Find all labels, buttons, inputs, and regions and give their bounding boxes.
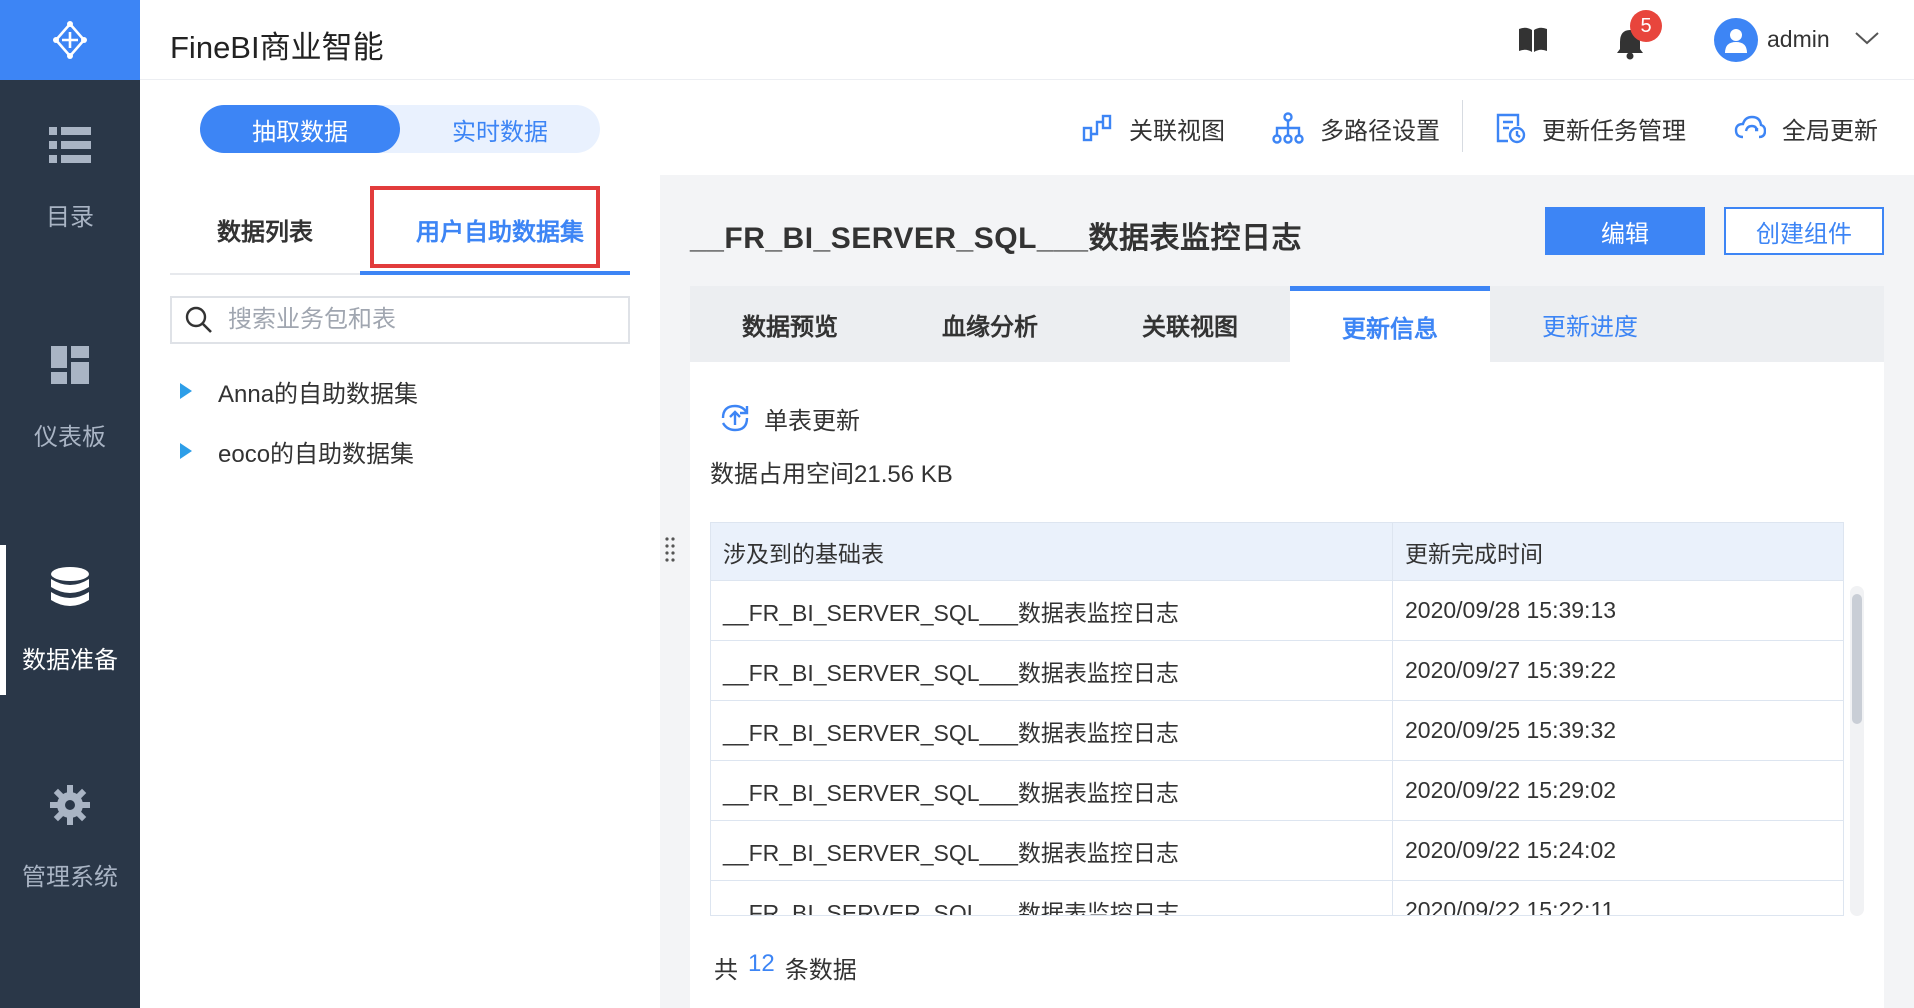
update-info-content: 单表更新 数据占用空间21.56 KB 涉及到的基础表 更新完成时间 __FR_…: [690, 362, 1884, 1008]
table-cell: __FR_BI_SERVER_SQL___数据表监控日志: [711, 761, 1393, 820]
tab-lineage[interactable]: 血缘分析: [890, 286, 1090, 362]
update-task-label: 更新任务管理: [1542, 117, 1686, 145]
toolbar-divider: [1462, 100, 1463, 152]
sidebar-item-catalog[interactable]: 目录: [0, 102, 140, 252]
sidebar-item-admin[interactable]: 管理系统: [0, 762, 140, 912]
table-cell: 2020/09/22 15:24:02: [1405, 837, 1617, 863]
drag-handle-icon[interactable]: [664, 535, 676, 565]
avatar[interactable]: [1714, 18, 1758, 62]
sidebar-item-label: 数据准备: [22, 646, 118, 674]
table-cell: __FR_BI_SERVER_SQL___数据表监控日志: [711, 581, 1393, 640]
pagination-prefix: 共: [714, 957, 738, 984]
scrollbar-thumb[interactable]: [1852, 594, 1862, 724]
table-cell: __FR_BI_SERVER_SQL___数据表监控日志: [711, 701, 1393, 760]
table-cell: 2020/09/28 15:39:13: [1405, 597, 1617, 623]
tree-item-label: Anna的自助数据集: [218, 380, 419, 408]
search-input[interactable]: [228, 306, 608, 334]
task-schedule-icon: [1496, 113, 1526, 144]
logo-icon: [53, 21, 87, 59]
pagination-suffix: 条数据: [784, 957, 857, 984]
notification-badge: 5: [1630, 10, 1662, 42]
list-icon: [48, 123, 92, 167]
book-icon[interactable]: [1517, 26, 1549, 54]
table-row: __FR_BI_SERVER_SQL___数据表监控日志 2020/09/28 …: [711, 581, 1843, 641]
sidebar-item-label: 管理系统: [22, 863, 118, 891]
active-tab-underline: [360, 271, 630, 275]
relation-view-label: 关联视图: [1129, 117, 1225, 145]
cloud-refresh-icon: [1734, 115, 1766, 139]
update-task-button[interactable]: 更新任务管理: [1494, 108, 1686, 148]
sidebar-item-data-prep[interactable]: 数据准备: [0, 545, 140, 695]
single-table-update-button[interactable]: 单表更新: [718, 398, 860, 438]
dashboard-icon: [48, 343, 92, 387]
tree-item-eoco[interactable]: eoco的自助数据集: [180, 431, 414, 471]
table-cell: 2020/09/22 15:22:11: [1405, 897, 1615, 916]
table-row: __FR_BI_SERVER_SQL___数据表监控日志 2020/09/22 …: [711, 761, 1843, 821]
pagination-summary: 共 12 条数据: [714, 950, 857, 985]
sidebar: 目录 仪表板 数据准备 管理系统: [0, 0, 140, 1008]
table-cell: __FR_BI_SERVER_SQL___数据表监控日志: [711, 821, 1393, 880]
table-cell: __FR_BI_SERVER_SQL___数据表监控日志: [711, 881, 1393, 915]
table-row: __FR_BI_SERVER_SQL___数据表监控日志 2020/09/25 …: [711, 701, 1843, 761]
user-icon: [1725, 29, 1747, 53]
table-row: __FR_BI_SERVER_SQL___数据表监控日志 2020/09/22 …: [711, 881, 1843, 916]
tab-data-preview[interactable]: 数据预览: [690, 286, 890, 362]
edit-button[interactable]: 编辑: [1545, 207, 1705, 255]
table-cell: 2020/09/27 15:39:22: [1405, 657, 1617, 683]
tree-item-label: eoco的自助数据集: [218, 440, 415, 468]
left-panel-tabs: 数据列表 用户自助数据集: [170, 185, 630, 275]
refresh-upload-icon: [721, 404, 749, 432]
user-name[interactable]: admin: [1767, 26, 1830, 53]
app-logo[interactable]: [0, 0, 140, 80]
hierarchy-icon: [1272, 112, 1304, 144]
table-row: __FR_BI_SERVER_SQL___数据表监控日志 2020/09/27 …: [711, 641, 1843, 701]
top-header: FineBI商业智能 5 admin: [140, 0, 1914, 80]
multipath-settings-button[interactable]: 多路径设置: [1272, 108, 1440, 148]
storage-size-text: 数据占用空间21.56 KB: [710, 461, 953, 488]
table-cell: __FR_BI_SERVER_SQL___数据表监控日志: [711, 641, 1393, 700]
global-update-button[interactable]: 全局更新: [1734, 108, 1878, 148]
table-header-row: 涉及到的基础表 更新完成时间: [711, 523, 1843, 581]
sidebar-item-label: 仪表板: [34, 423, 106, 451]
extract-data-button[interactable]: 抽取数据: [200, 105, 400, 153]
create-component-button[interactable]: 创建组件: [1724, 207, 1884, 255]
sidebar-item-label: 目录: [46, 203, 94, 231]
column-header: 更新完成时间: [1405, 540, 1543, 567]
detail-tabs: 数据预览 血缘分析 关联视图 更新信息 更新进度: [690, 286, 1884, 362]
pagination-count: 12: [748, 950, 775, 977]
search-icon: [185, 306, 212, 333]
tab-update-info[interactable]: 更新信息: [1290, 286, 1490, 362]
table-row: __FR_BI_SERVER_SQL___数据表监控日志 2020/09/22 …: [711, 821, 1843, 881]
chevron-down-icon[interactable]: [1854, 28, 1880, 48]
realtime-data-button[interactable]: 实时数据: [400, 105, 600, 153]
tree-item-anna[interactable]: Anna的自助数据集: [180, 371, 418, 411]
table-cell: 2020/09/22 15:29:02: [1405, 777, 1617, 803]
multipath-label: 多路径设置: [1320, 117, 1440, 145]
expand-arrow-icon[interactable]: [180, 443, 192, 459]
database-icon: [48, 566, 92, 610]
tab-update-progress[interactable]: 更新进度: [1490, 286, 1690, 362]
expand-arrow-icon[interactable]: [180, 383, 192, 399]
column-header: 涉及到的基础表: [711, 523, 1393, 580]
base-table-grid: 涉及到的基础表 更新完成时间 __FR_BI_SERVER_SQL___数据表监…: [710, 522, 1844, 916]
search-box[interactable]: [170, 296, 630, 344]
table-title: __FR_BI_SERVER_SQL___数据表监控日志: [690, 222, 1302, 255]
table-cell: 2020/09/25 15:39:32: [1405, 717, 1617, 743]
tab-self-service-dataset[interactable]: 用户自助数据集: [370, 185, 630, 273]
relation-view-icon: [1082, 114, 1112, 142]
global-update-label: 全局更新: [1782, 117, 1878, 145]
tab-relation-view[interactable]: 关联视图: [1090, 286, 1290, 362]
data-source-toggle: 抽取数据 实时数据: [200, 105, 600, 153]
single-update-label: 单表更新: [764, 407, 860, 435]
sidebar-item-dashboard[interactable]: 仪表板: [0, 322, 140, 472]
tab-data-list[interactable]: 数据列表: [170, 185, 360, 273]
gear-icon: [48, 783, 92, 827]
relation-view-button[interactable]: 关联视图: [1081, 108, 1225, 148]
app-title: FineBI商业智能: [170, 30, 384, 65]
